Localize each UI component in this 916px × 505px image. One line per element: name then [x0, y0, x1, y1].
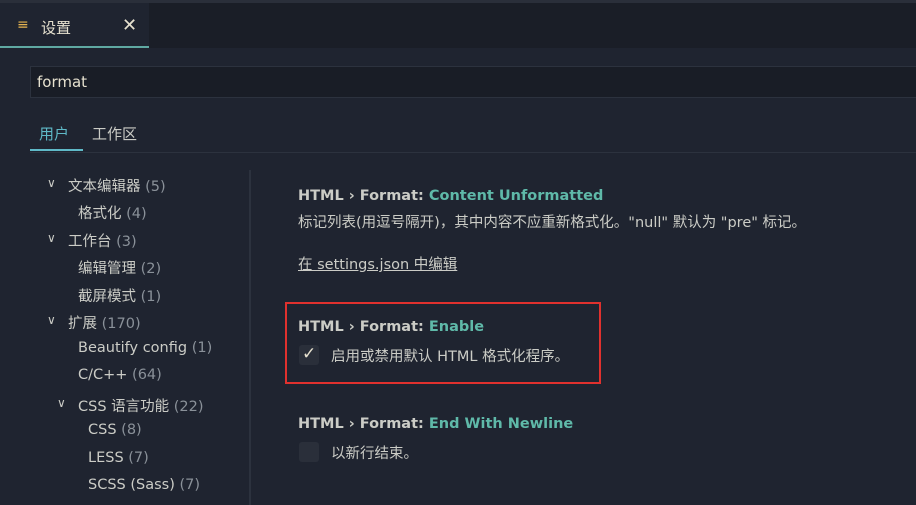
- settings-toc-tree: ∨ 文本编辑器 (5) 格式化 (4) ∨ 工作台 (3) 编辑管理 (2) 截…: [0, 170, 250, 505]
- setting-end-with-newline: HTML › Format: End With Newline: [298, 416, 898, 432]
- setting-title: HTML › Format: Enable: [298, 319, 485, 335]
- toc-item-css-language-features[interactable]: CSS 语言功能 (22): [78, 395, 204, 416]
- tab-user[interactable]: 用户: [39, 123, 69, 144]
- tab-workspace[interactable]: 工作区: [92, 123, 137, 144]
- toc-item-less[interactable]: LESS (7): [88, 450, 149, 466]
- setting-description: 标记列表(用逗号隔开)，其中内容不应重新格式化。"null" 默认为 "pre"…: [298, 215, 807, 231]
- toc-item-beautify-config[interactable]: Beautify config (1): [78, 340, 212, 356]
- settings-search-box[interactable]: [30, 66, 916, 98]
- setting-format-enable: HTML › Format: Enable: [298, 319, 898, 335]
- toc-item-formatting[interactable]: 格式化 (4): [78, 202, 147, 223]
- toc-item-editor-management[interactable]: 编辑管理 (2): [78, 257, 161, 278]
- editor-tab-bar: ≡ 设置 ✕: [0, 0, 916, 48]
- edit-in-settings-json-link[interactable]: 在 settings.json 中编辑: [298, 253, 457, 274]
- toc-item-scss[interactable]: SCSS (Sass) (7): [88, 477, 200, 493]
- toc-item-workbench[interactable]: 工作台 (3): [68, 230, 137, 251]
- end-with-newline-checkbox[interactable]: [299, 442, 319, 462]
- toc-item-css[interactable]: CSS (8): [88, 422, 142, 438]
- settings-tab[interactable]: ≡ 设置 ✕: [0, 3, 149, 48]
- toc-item-screencast-mode[interactable]: 截屏模式 (1): [78, 285, 161, 306]
- setting-title: HTML › Format: End With Newline: [298, 416, 574, 432]
- chevron-down-icon[interactable]: ∨: [47, 313, 56, 327]
- checkbox-label: 启用或禁用默认 HTML 格式化程序。: [331, 349, 570, 365]
- close-icon[interactable]: ✕: [122, 15, 137, 36]
- chevron-down-icon[interactable]: ∨: [47, 176, 56, 190]
- chevron-down-icon[interactable]: ∨: [47, 231, 56, 245]
- setting-content-unformatted: HTML › Format: Content Unformatted 标记列表(…: [298, 188, 898, 232]
- setting-title: HTML › Format: Content Unformatted: [298, 188, 604, 204]
- check-icon: ✓: [302, 344, 317, 364]
- settings-search-input[interactable]: [37, 67, 916, 97]
- settings-list-icon: ≡: [17, 17, 29, 33]
- highlight-annotation-box: [285, 302, 601, 384]
- tab-title: 设置: [41, 19, 72, 37]
- toc-divider: [249, 170, 251, 505]
- active-tab-indicator: [30, 149, 83, 151]
- toc-item-text-editor[interactable]: 文本编辑器 (5): [68, 175, 166, 196]
- toc-item-cpp[interactable]: C/C++ (64): [78, 367, 162, 383]
- toc-item-extensions[interactable]: 扩展 (170): [68, 312, 141, 333]
- settings-scope-tabs: 用户 工作区: [30, 115, 916, 153]
- checkbox-label: 以新行结束。: [331, 446, 418, 462]
- chevron-down-icon[interactable]: ∨: [57, 396, 66, 410]
- format-enable-checkbox[interactable]: ✓: [299, 344, 319, 365]
